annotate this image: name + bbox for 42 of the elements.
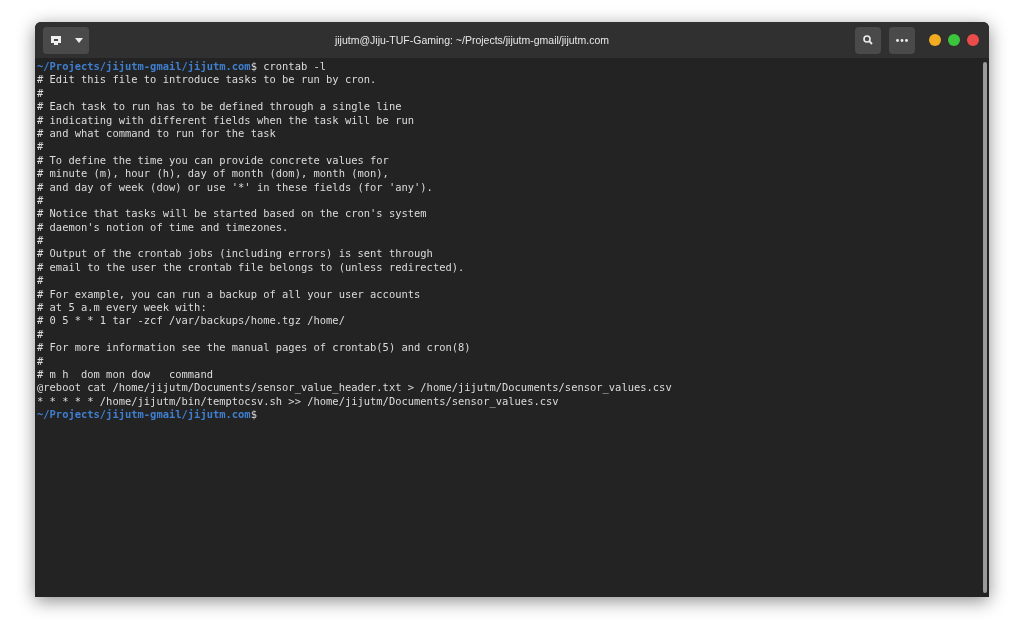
output-line: # Notice that tasks will be started based on the cron's system: [37, 207, 427, 220]
prompt-symbol: $: [250, 408, 257, 421]
output-line: # For more information see the manual pages of crontab(5) and cron(8): [37, 341, 471, 354]
menu-button[interactable]: [889, 26, 915, 54]
prompt-symbol: $: [250, 60, 257, 72]
prompt-path: ~/Projects/jijutm-gmail/jijutm.com: [37, 60, 251, 72]
output-line: # 0 5 * * 1 tar -zcf /var/backups/home.tgz /home/: [37, 314, 345, 327]
output-line: # and what command to run for the task: [37, 126, 276, 139]
new-tab-split-button[interactable]: [43, 26, 89, 54]
close-button[interactable]: [967, 34, 979, 46]
output-line: #: [37, 354, 44, 367]
output-line: # daemon's notion of time and timezones.: [37, 220, 289, 233]
window-title: jijutm@Jiju-TUF-Gaming: ~/Projects/jijutm-gmail/jijutm.com: [333, 34, 611, 46]
prompt-path: ~/Projects/jijutm-gmail/jijutm.com: [37, 408, 251, 421]
output-line: # minute (m), hour (h), day of month (dom), month (mon),: [37, 167, 389, 180]
output-line: # indicating with different fields when the task will be run: [37, 113, 415, 126]
minimize-button[interactable]: [929, 34, 941, 46]
output-line: # To define the time you can provide concrete values for: [37, 153, 389, 166]
output-line: # Output of the crontab jobs (including errors) is sent through: [37, 247, 433, 260]
search-icon: [863, 35, 873, 45]
caret-icon: [75, 37, 83, 43]
output-line: # For example, you can run a backup of all your user accounts: [37, 287, 421, 300]
output-line: #: [37, 274, 44, 287]
output-line: #: [37, 86, 44, 99]
output-line: # and day of week (dow) or use '*' in these fields (for 'any').: [37, 180, 433, 193]
more-icon: [896, 38, 908, 42]
output-line: * * * * * /home/jijutm/bin/temptocsv.sh >> /home/jijutm/Documents/sensor_values.csv: [37, 394, 559, 407]
output-line: #: [37, 193, 44, 206]
scrollbar[interactable]: [983, 62, 987, 593]
output-line: #: [37, 327, 44, 340]
output-line: #: [37, 140, 44, 153]
search-button[interactable]: [855, 26, 881, 54]
output-line: # m h dom mon dow command: [37, 368, 213, 380]
output-line: # Edit this file to introduce tasks to be run by cron.: [37, 73, 377, 86]
output-line: # at 5 a.m every week with:: [37, 301, 207, 314]
output-line: # Each task to run has to be defined through a single line: [37, 100, 402, 113]
output-line: # email to the user the crontab file belongs to (unless redirected).: [37, 260, 465, 273]
output-line: #: [37, 234, 44, 247]
output-line: @reboot cat /home/jijutm/Documents/sensor_value_header.txt > /home/jijutm/Documents/sensor_values.csv: [37, 381, 672, 394]
terminal-tab-icon: [51, 35, 61, 45]
maximize-button[interactable]: [948, 34, 960, 46]
command-text: crontab -l: [262, 60, 327, 72]
